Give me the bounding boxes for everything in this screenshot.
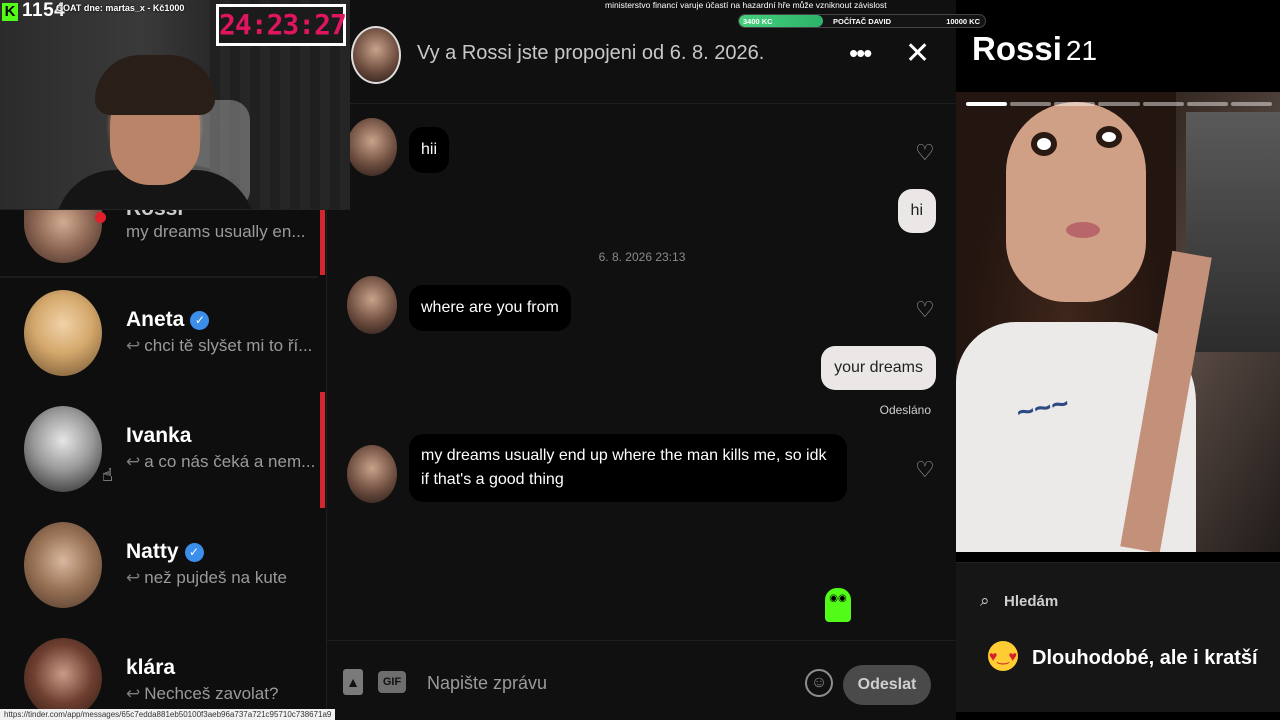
avatar <box>24 638 102 718</box>
photo-progress-segment[interactable] <box>966 102 1008 106</box>
looking-for-label: Hledám <box>1004 593 1059 610</box>
photo-face <box>1006 102 1146 302</box>
photo-progress-segment[interactable] <box>1230 102 1272 106</box>
reply-icon: ↩ <box>126 336 141 355</box>
photo-progress-segment[interactable] <box>1186 102 1228 106</box>
looking-for-section: ⌕ Hledám ♥‿♥ Dlouhodobé, ale i kratší <box>956 562 1280 712</box>
profile-age: 21 <box>1065 35 1098 66</box>
heart-eyes-emoji-icon: ♥‿♥ <box>988 641 1018 671</box>
kick-logo-icon: K <box>2 3 18 21</box>
conversation-name: klára <box>126 656 176 679</box>
conversation-name: Natty ✓ <box>126 540 204 564</box>
photo-eye <box>1096 126 1122 148</box>
avatar <box>24 522 102 608</box>
conversation-preview: ↩ a co nás čeká a nem... <box>126 452 316 471</box>
profile-share-icon[interactable]: ▲ <box>343 669 363 695</box>
stream-timer: 24:23:27 <box>216 4 347 46</box>
profile-name: Rossi 21 <box>972 30 1098 67</box>
conversation-item-klara[interactable]: klára ↩ Nechceš zavolat? <box>0 628 326 720</box>
goal-target: 10000 KC <box>946 17 980 26</box>
photo-progress-segment[interactable] <box>1054 102 1096 106</box>
unread-dot <box>95 212 106 223</box>
photo-lips <box>1066 222 1100 238</box>
conversation-name: Ivanka <box>126 424 192 447</box>
gif-button[interactable]: GIF <box>378 671 406 693</box>
goal-title: POČÍTAČ DAVID <box>833 17 892 26</box>
photo-progress-segment[interactable] <box>1098 102 1140 106</box>
active-indicator <box>320 392 325 508</box>
conversation-item-aneta[interactable]: Aneta ✓ ↩ chci tě slyšet mi to ří... <box>0 280 326 396</box>
sticker-icon: ◉◉ <box>825 588 851 622</box>
verified-icon: ✓ <box>190 311 210 330</box>
sent-status: Odesláno <box>879 403 931 417</box>
message-avatar <box>347 445 397 503</box>
message-composer: ▲ GIF ☺ Odeslat <box>327 640 957 720</box>
conversation-item-ivanka[interactable]: Ivanka ↩ a co nás čeká a nem... <box>0 396 326 512</box>
match-avatar[interactable] <box>351 26 401 84</box>
webcam-overlay: K 1154 GOAT dne: martas_x - Kč1000 24:23… <box>0 0 350 210</box>
looking-for-value: Dlouhodobé, ale i kratší <box>1032 647 1258 669</box>
goal-current: 3400 KC <box>743 17 773 26</box>
conversation-preview: ↩ chci tě slyšet mi to ří... <box>126 336 313 355</box>
gambling-disclaimer: ministerstvo financí varuje účastí na ha… <box>605 0 887 10</box>
like-heart-icon[interactable]: ♡ <box>915 457 935 483</box>
message-bubble-incoming: hii <box>409 127 450 173</box>
reply-icon: ↩ <box>126 452 141 471</box>
message-input[interactable] <box>427 667 787 699</box>
mouse-cursor-icon: ☝ <box>102 465 113 485</box>
donation-goal-bar: 3400 KC POČÍTAČ DAVID 10000 KC <box>738 14 986 28</box>
photo-progress-segment[interactable] <box>1010 102 1052 106</box>
message-bubble-incoming: my dreams usually end up where the man k… <box>409 434 847 502</box>
more-options-icon[interactable]: ••• <box>849 38 872 69</box>
conversation-preview: ↩ Nechceš zavolat? <box>126 684 279 703</box>
message-avatar <box>347 276 397 334</box>
conversation-preview: my dreams usually en... <box>126 222 306 241</box>
message-timestamp: 6. 8. 2026 23:13 <box>598 250 686 264</box>
streamer-hair <box>95 55 215 115</box>
photo-eye <box>1031 132 1057 156</box>
profile-panel: Rossi 21 ~~~ ⌕ Hledám ♥‿♥ Dlouhodobé, ale… <box>956 0 1280 720</box>
avatar <box>24 290 102 376</box>
photo-progress-segment[interactable] <box>1142 102 1184 106</box>
avatar <box>24 406 102 492</box>
close-icon[interactable]: ✕ <box>905 36 930 71</box>
verified-icon: ✓ <box>184 543 204 562</box>
match-info-text: Vy a Rossi jste propojeni od 6. 8. 2026. <box>417 42 765 64</box>
active-indicator <box>320 210 325 275</box>
goat-label: GOAT dne: martas_x - Kč1000 <box>56 3 185 13</box>
message-bubble-outgoing: your dreams <box>821 346 936 390</box>
profile-photo[interactable]: ~~~ <box>956 92 1280 552</box>
like-heart-icon[interactable]: ♡ <box>915 140 935 166</box>
photo-progress-indicator <box>966 102 1272 106</box>
browser-status-url: https://tinder.com/app/messages/65c7edda… <box>0 709 336 720</box>
conversation-name: Aneta ✓ <box>126 308 210 332</box>
reply-icon: ↩ <box>126 568 141 587</box>
send-button[interactable]: Odeslat <box>843 665 931 705</box>
reply-icon: ↩ <box>126 684 141 703</box>
message-avatar <box>347 118 397 176</box>
like-heart-icon[interactable]: ♡ <box>915 297 935 323</box>
emoji-icon[interactable]: ☺ <box>805 669 833 697</box>
search-icon: ⌕ <box>980 591 990 610</box>
divider <box>0 276 318 278</box>
message-bubble-incoming: where are you from <box>409 285 571 331</box>
chat-panel: Vy a Rossi jste propojeni od 6. 8. 2026.… <box>326 0 957 720</box>
conversation-preview: ↩ než pujdeš na kute <box>126 568 287 587</box>
message-bubble-outgoing: hi <box>897 189 936 233</box>
conversation-item-natty[interactable]: Natty ✓ ↩ než pujdeš na kute <box>0 512 326 628</box>
